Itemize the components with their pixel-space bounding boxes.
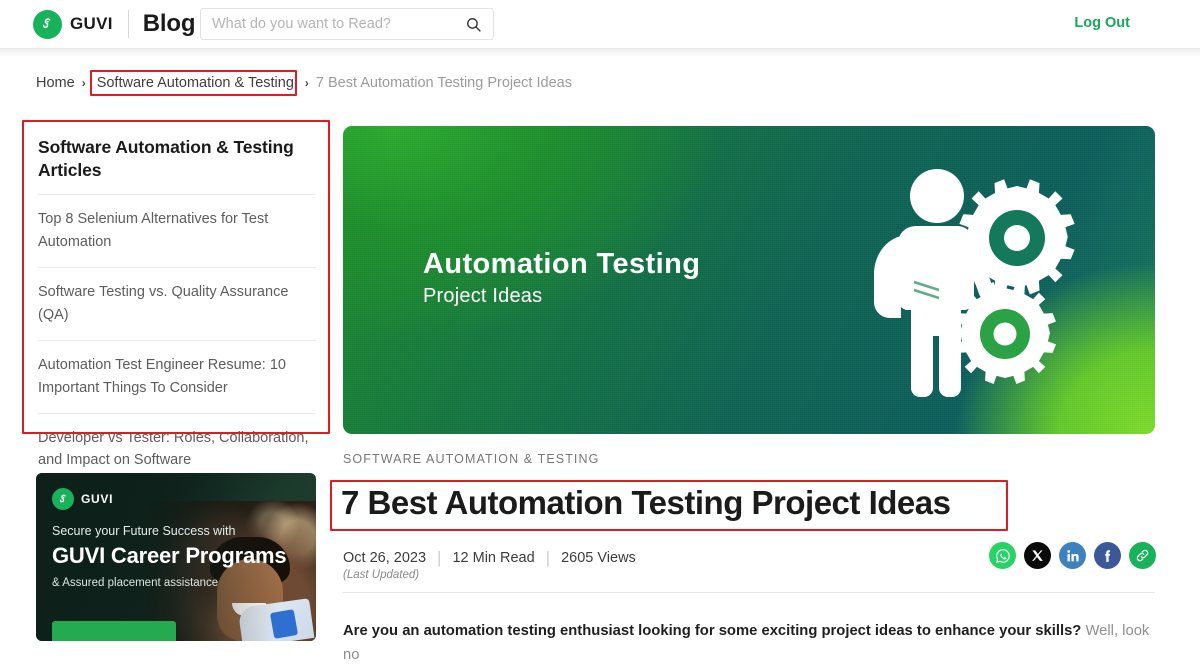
related-articles-list: Top 8 Selenium Alternatives for Test Aut… <box>38 194 316 486</box>
related-articles-title: Software Automation & Testing Articles <box>38 137 294 181</box>
promo-content: GUVI Secure your Future Success with GUV… <box>52 488 306 592</box>
article-intro-bold: Are you an automation testing enthusiast… <box>343 623 1082 639</box>
list-item[interactable]: Top 8 Selenium Alternatives for Test Aut… <box>38 194 316 267</box>
breadcrumb: Home › Software Automation & Testing › 7… <box>36 73 572 93</box>
content-divider <box>343 592 1155 593</box>
article-read-time: 12 Min Read <box>452 550 535 566</box>
article-views: 2605 Views <box>561 550 636 566</box>
header-shadow <box>0 49 1200 57</box>
blog-section-label: Blog <box>142 10 196 37</box>
article-date: Oct 26, 2023 <box>343 550 427 566</box>
guvi-logo-icon <box>33 9 62 39</box>
page-title: 7 Best Automation Testing Project Ideas <box>341 484 951 521</box>
article-meta: Oct 26, 2023 | 12 Min Read | 2605 Views <box>343 548 636 568</box>
meta-divider: | <box>545 548 551 567</box>
promo-title: GUVI Career Programs <box>52 543 287 568</box>
hero-subtitle: Project Ideas <box>423 285 543 307</box>
promo-cta-button[interactable] <box>52 621 176 641</box>
breadcrumb-current: 7 Best Automation Testing Project Ideas <box>315 75 572 91</box>
article-hero-banner: Automation Testing Project Ideas <box>343 126 1155 434</box>
promo-brand-name: GUVI <box>81 492 114 506</box>
article-category-label[interactable]: SOFTWARE AUTOMATION & TESTING <box>343 452 599 466</box>
whatsapp-share-icon[interactable] <box>989 542 1016 569</box>
promo-kicker: Secure your Future Success with <box>52 524 236 538</box>
breadcrumb-separator-icon: › <box>304 76 309 90</box>
logout-button[interactable]: Log Out <box>1074 15 1130 31</box>
guvi-logo-icon <box>52 488 74 510</box>
brand-block[interactable]: GUVI Blog <box>33 9 196 39</box>
breadcrumb-separator-icon: › <box>81 76 86 90</box>
breadcrumb-category[interactable]: Software Automation & Testing <box>93 75 298 91</box>
article-last-updated: (Last Updated) <box>343 569 420 581</box>
site-header: GUVI Blog Log Out <box>0 0 1200 49</box>
search-icon[interactable] <box>453 9 493 39</box>
list-item[interactable]: Software Testing vs. Quality Assurance (… <box>38 267 316 340</box>
brand-name: GUVI <box>70 14 113 33</box>
promo-brand: GUVI <box>52 488 306 510</box>
brand-divider <box>127 10 129 38</box>
related-articles-card: Software Automation & Testing Articles T… <box>24 121 330 498</box>
list-item[interactable]: Automation Test Engineer Resume: 10 Impo… <box>38 340 316 413</box>
copy-link-icon[interactable] <box>1129 542 1156 569</box>
facebook-share-icon[interactable] <box>1094 542 1121 569</box>
promo-card[interactable]: GUVI Secure your Future Success with GUV… <box>36 473 316 641</box>
article-intro-paragraph: Are you an automation testing enthusiast… <box>343 620 1155 667</box>
x-share-icon[interactable] <box>1024 542 1051 569</box>
search-input[interactable] <box>201 9 453 39</box>
promo-subtitle: & Assured placement assistance <box>52 577 219 590</box>
search-box[interactable] <box>200 8 494 40</box>
social-share-row <box>989 542 1156 569</box>
hero-title: Automation Testing <box>423 248 701 280</box>
student-with-gears-icon <box>859 156 1109 404</box>
meta-divider: | <box>437 548 442 567</box>
linkedin-share-icon[interactable] <box>1059 542 1086 569</box>
breadcrumb-home[interactable]: Home <box>36 75 75 91</box>
